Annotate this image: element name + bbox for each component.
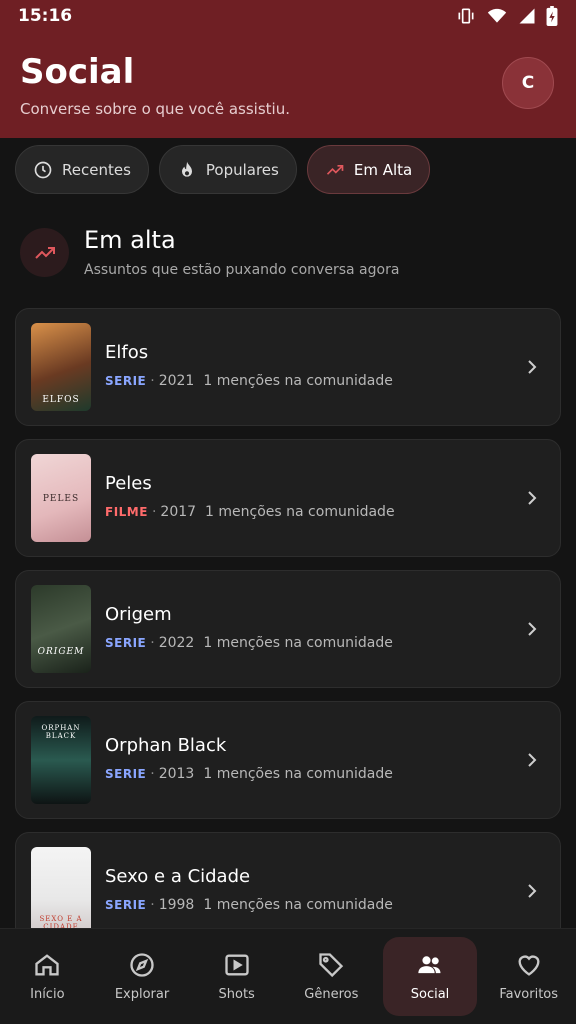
item-year: 2022 [158,635,195,651]
item-year: 2017 [160,504,197,520]
chip-populares[interactable]: Populares [158,145,297,194]
chevron-right-icon [528,360,537,374]
item-title: Peles [105,473,152,494]
wifi-icon [487,8,507,23]
app-header: Social Converse sobre o que você assisti… [0,32,576,138]
item-meta: SERIE · 1998 1 menções na comunidade [105,897,393,913]
nav-inicio[interactable]: Início [0,929,95,1024]
people-icon [418,956,441,974]
nav-generos[interactable]: Gêneros [284,929,379,1024]
poster-title: ORIGEM [37,647,85,657]
list-item[interactable]: ORIGEM Origem SERIE · 2022 1 menções na … [15,570,561,688]
list-item[interactable]: ORPHAN BLACK Orphan Black SERIE · 2013 1… [15,701,561,819]
chevron-right-icon [528,622,537,636]
item-title: Orphan Black [105,735,227,756]
chevron-right-icon [528,491,537,505]
chip-em-alta[interactable]: Em Alta [306,145,431,194]
section-icon [20,228,69,277]
chevron-right-icon [528,753,537,767]
item-meta: SERIE · 2022 1 menções na comunidade [105,635,393,651]
item-year: 2021 [158,373,195,389]
signal-icon [519,8,535,24]
nav-explorar[interactable]: Explorar [95,929,190,1024]
trending-icon [34,246,55,259]
avatar[interactable]: C [502,57,554,109]
compass-icon [130,953,154,977]
nav-social[interactable]: Social [382,937,478,1016]
page-title: Social [20,52,135,92]
poster-image: ELFOS [31,323,91,411]
chip-label: Recentes [62,160,131,179]
item-mentions: 1 menções na comunidade [203,766,393,782]
poster-title: PELES [42,494,80,504]
item-mentions: 1 menções na comunidade [205,504,395,520]
nav-label: Explorar [114,987,170,1002]
system-icons [456,6,558,26]
chip-label: Populares [205,160,279,179]
item-type: SERIE [105,767,147,781]
nav-label: Gêneros [304,987,359,1002]
nav-label: Social [410,987,450,1002]
tag-icon [319,953,344,978]
nav-favoritos[interactable]: Favoritos [481,929,576,1024]
item-type: SERIE [105,374,147,388]
trending-list: ELFOS Elfos SERIE · 2021 1 menções na co… [15,308,561,963]
nav-label: Início [30,987,65,1002]
chevron-right-icon [528,884,537,898]
poster-title: ORPHAN BLACK [41,724,81,740]
poster-image: PELES [31,454,91,542]
list-item[interactable]: ELFOS Elfos SERIE · 2021 1 menções na co… [15,308,561,426]
poster-image: ORIGEM [31,585,91,673]
item-mentions: 1 menções na comunidade [203,635,393,651]
nav-label: Favoritos [499,987,559,1002]
bottom-navigation: Início Explorar Shots Gêneros Social Fav… [0,928,576,1024]
home-icon [35,954,59,976]
item-meta: SERIE · 2021 1 menções na comunidade [105,373,393,389]
item-mentions: 1 menções na comunidade [203,897,393,913]
item-type: SERIE [105,636,147,650]
battery-icon [546,6,558,26]
item-title: Origem [105,604,172,625]
item-year: 2013 [158,766,195,782]
status-time: 15:16 [18,6,73,26]
item-type: SERIE [105,898,147,912]
poster-title: ELFOS [42,395,80,405]
chip-label: Em Alta [353,160,413,179]
poster-image: ORPHAN BLACK [31,716,91,804]
item-type: FILME [105,505,148,519]
nav-label: Shots [218,987,255,1002]
trending-icon [326,164,344,175]
section-title: Em alta [84,226,176,254]
page-subtitle: Converse sobre o que você assistiu. [20,100,290,118]
list-item[interactable]: PELES Peles FILME · 2017 1 menções na co… [15,439,561,557]
filter-chips: Recentes Populares Em Alta [15,145,431,194]
vibrate-icon [458,8,474,24]
section-subtitle: Assuntos que estão puxando conversa agor… [84,262,400,278]
chip-recentes[interactable]: Recentes [15,145,149,194]
status-bar: 15:16 [0,0,576,32]
item-meta: SERIE · 2013 1 menções na comunidade [105,766,393,782]
section-header: Em alta Assuntos que estão puxando conve… [20,226,556,282]
clock-icon [34,161,52,178]
nav-shots[interactable]: Shots [189,929,284,1024]
item-meta: FILME · 2017 1 menções na comunidade [105,504,395,520]
poster-image: SEXO E A CIDADE [31,847,91,935]
flame-icon [181,161,192,177]
item-title: Sexo e a Cidade [105,866,251,887]
item-year: 1998 [158,897,195,913]
item-title: Elfos [105,342,149,363]
play-icon [225,954,249,976]
item-mentions: 1 menções na comunidade [203,373,393,389]
heart-icon [518,955,540,976]
